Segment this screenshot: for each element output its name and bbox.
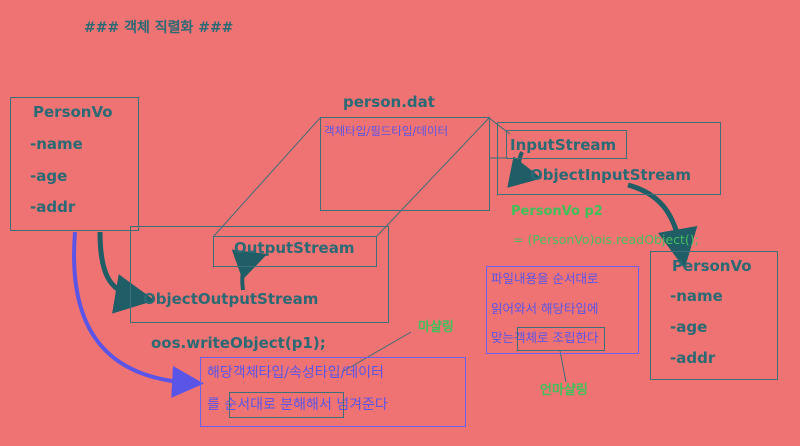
read-object-code-line: PersonVo p2: [511, 204, 603, 219]
right-class-name: PersonVo: [672, 257, 752, 275]
left-class-name: PersonVo: [33, 103, 113, 121]
highlight-box: [229, 392, 344, 418]
label-connector-line: [559, 350, 567, 383]
write-object-call: oos.writeObject(p1);: [151, 334, 326, 352]
marshalling-label: 마샬링: [418, 320, 454, 335]
object-input-stream-label: ObjectInputStream: [530, 166, 692, 184]
right-class-field: -addr: [670, 349, 716, 367]
output-stream-label: OutputStream: [234, 239, 355, 257]
unmarshalling-description-line: 읽어와서 해당타입에: [491, 301, 599, 316]
right-class-field: -age: [670, 318, 708, 336]
object-output-stream-label: ObjectOutputStream: [143, 290, 319, 308]
left-class-field: -addr: [30, 198, 76, 216]
file-content: 객체타입/필드타입/데이터: [324, 124, 449, 138]
file-name: person.dat: [343, 93, 435, 111]
input-stream-label: InputStream: [510, 136, 617, 154]
file-connector-line: [212, 117, 321, 238]
diagram-canvas: ### 객체 직렬화 ### PersonVo -name -age -addr…: [0, 0, 800, 446]
page-title: ### 객체 직렬화 ###: [84, 20, 234, 36]
highlight-box: [517, 327, 605, 351]
left-class-field: -name: [30, 135, 83, 153]
left-class-field: -age: [30, 167, 68, 185]
right-class-field: -name: [670, 287, 723, 305]
unmarshalling-label: 언마샬링: [540, 383, 588, 398]
read-object-code-line: = (PersonVo)ois.readObject();: [513, 232, 699, 247]
marshalling-description-line: 해당객체타입/속성타입/데이터: [207, 365, 384, 381]
unmarshalling-description-line: 파일내용을 순서대로: [491, 271, 599, 286]
